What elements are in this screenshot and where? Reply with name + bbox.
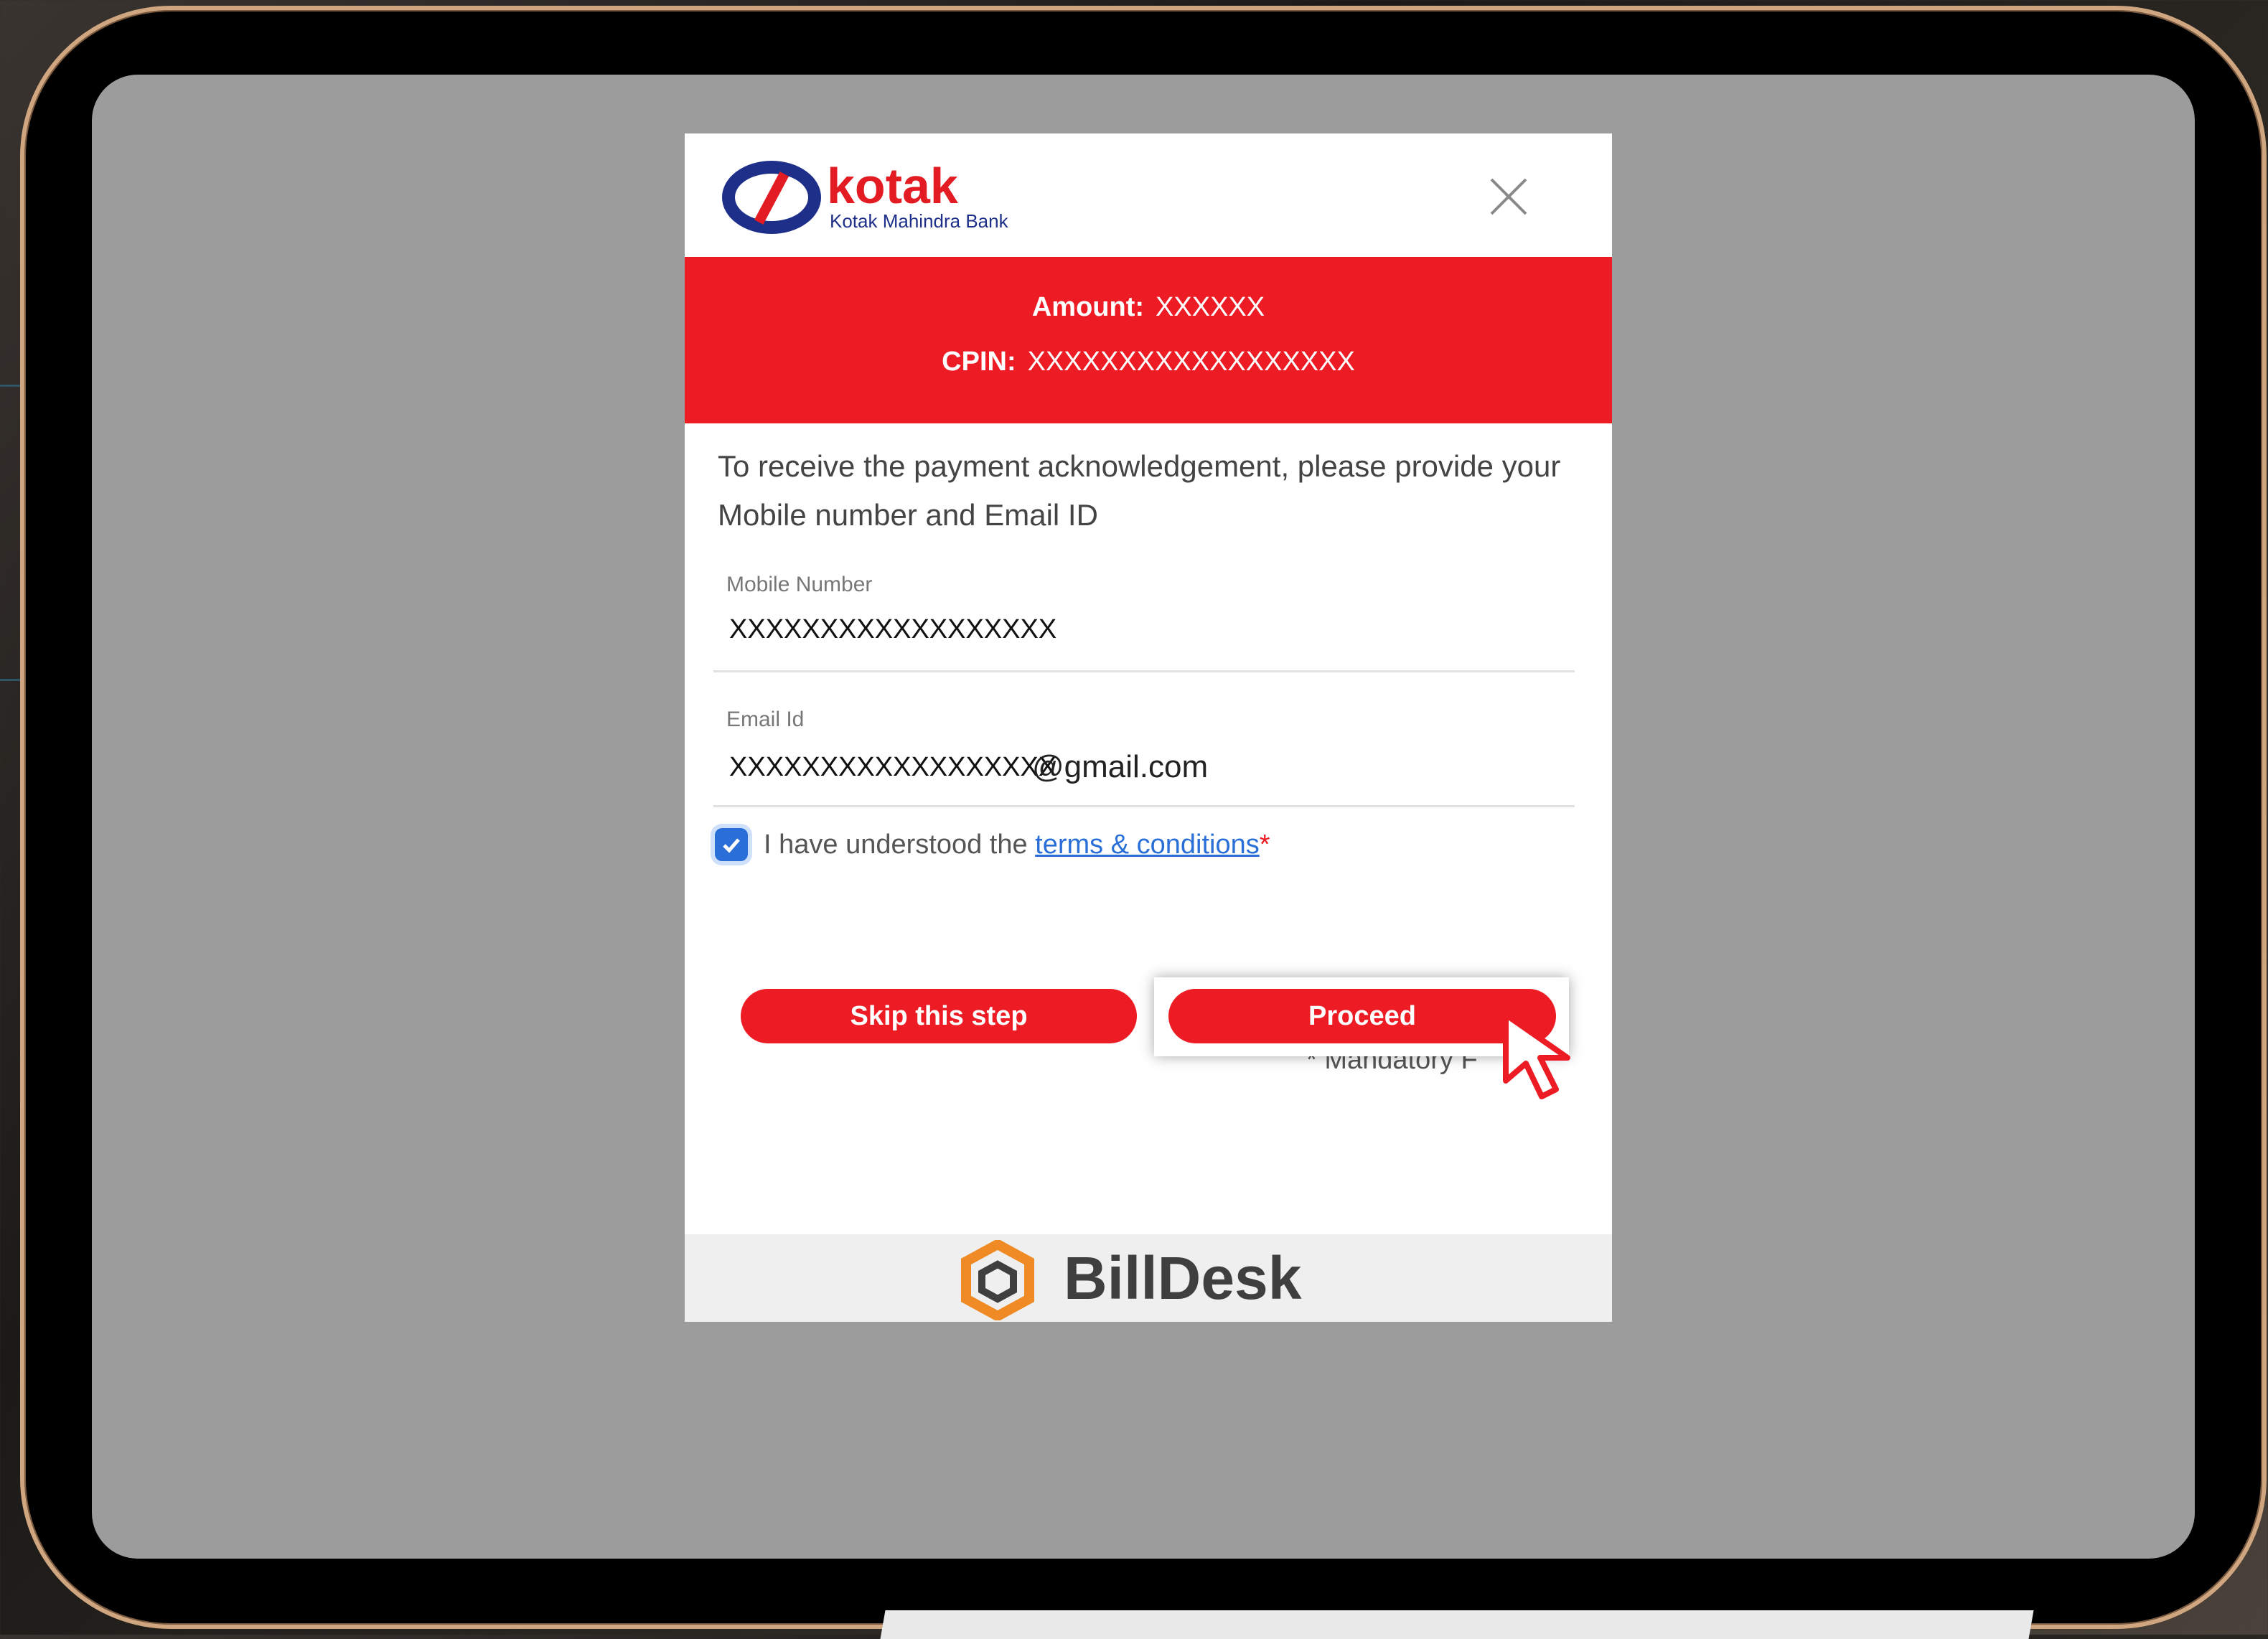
amount-label: Amount: xyxy=(1031,292,1145,322)
kotak-logo-text: kotak xyxy=(827,158,958,214)
tablet-screen: kotak Kotak Mahindra Bank Amount: XXXXXX … xyxy=(92,75,2195,1559)
terms-link[interactable]: terms & conditions xyxy=(1035,830,1260,860)
mobile-number-input[interactable]: XXXXXXXXXXXXXXXXXX xyxy=(729,614,1056,645)
terms-text: I have understood the terms & conditions… xyxy=(764,828,1270,861)
close-icon xyxy=(1490,178,1527,215)
skip-button[interactable]: Skip this step xyxy=(741,989,1137,1043)
mobile-number-label: Mobile Number xyxy=(726,573,873,596)
cpin-label: CPIN: xyxy=(942,347,1016,377)
payment-modal: kotak Kotak Mahindra Bank Amount: XXXXXX … xyxy=(685,133,1612,1322)
proceed-button[interactable]: Proceed xyxy=(1168,989,1556,1043)
billdesk-hexagon-icon xyxy=(961,1240,1034,1320)
required-mark: * xyxy=(1259,830,1270,860)
mobile-number-underline xyxy=(713,670,1575,672)
close-button[interactable] xyxy=(1481,169,1536,224)
cpin-row: CPIN: XXXXXXXXXXXXXXXXXX xyxy=(685,346,1612,377)
background-line-top xyxy=(0,385,22,387)
cpin-value: XXXXXXXXXXXXXXXXXX xyxy=(1027,347,1355,377)
pointer-cursor-icon xyxy=(1503,1012,1570,1099)
amount-banner: Amount: XXXXXX CPIN: XXXXXXXXXXXXXXXXXX xyxy=(685,257,1612,423)
email-id-underline xyxy=(713,805,1575,807)
terms-prefix: I have understood the xyxy=(764,830,1028,860)
background-line-bottom xyxy=(0,679,22,681)
email-id-input[interactable]: XXXXXXXXXXXXXXXXXX xyxy=(729,752,1056,783)
email-id-label: Email Id xyxy=(726,708,805,731)
email-domain-text: @gmail.com xyxy=(1032,749,1209,784)
modal-header: kotak Kotak Mahindra Bank xyxy=(685,133,1612,257)
intro-text: To receive the payment acknowledgement, … xyxy=(718,449,1561,532)
amount-value: XXXXXX xyxy=(1156,292,1265,322)
kotak-logo-subtitle: Kotak Mahindra Bank xyxy=(830,210,1008,232)
terms-checkbox[interactable] xyxy=(715,828,748,861)
checkbox-check-icon xyxy=(723,838,740,853)
amount-row: Amount: XXXXXX xyxy=(685,291,1612,323)
device-base-edge xyxy=(880,1610,2034,1639)
kotak-logo-mark xyxy=(722,161,821,234)
billdesk-logo-text: BillDesk xyxy=(1064,1244,1302,1312)
modal-footer: BillDesk xyxy=(685,1234,1612,1322)
